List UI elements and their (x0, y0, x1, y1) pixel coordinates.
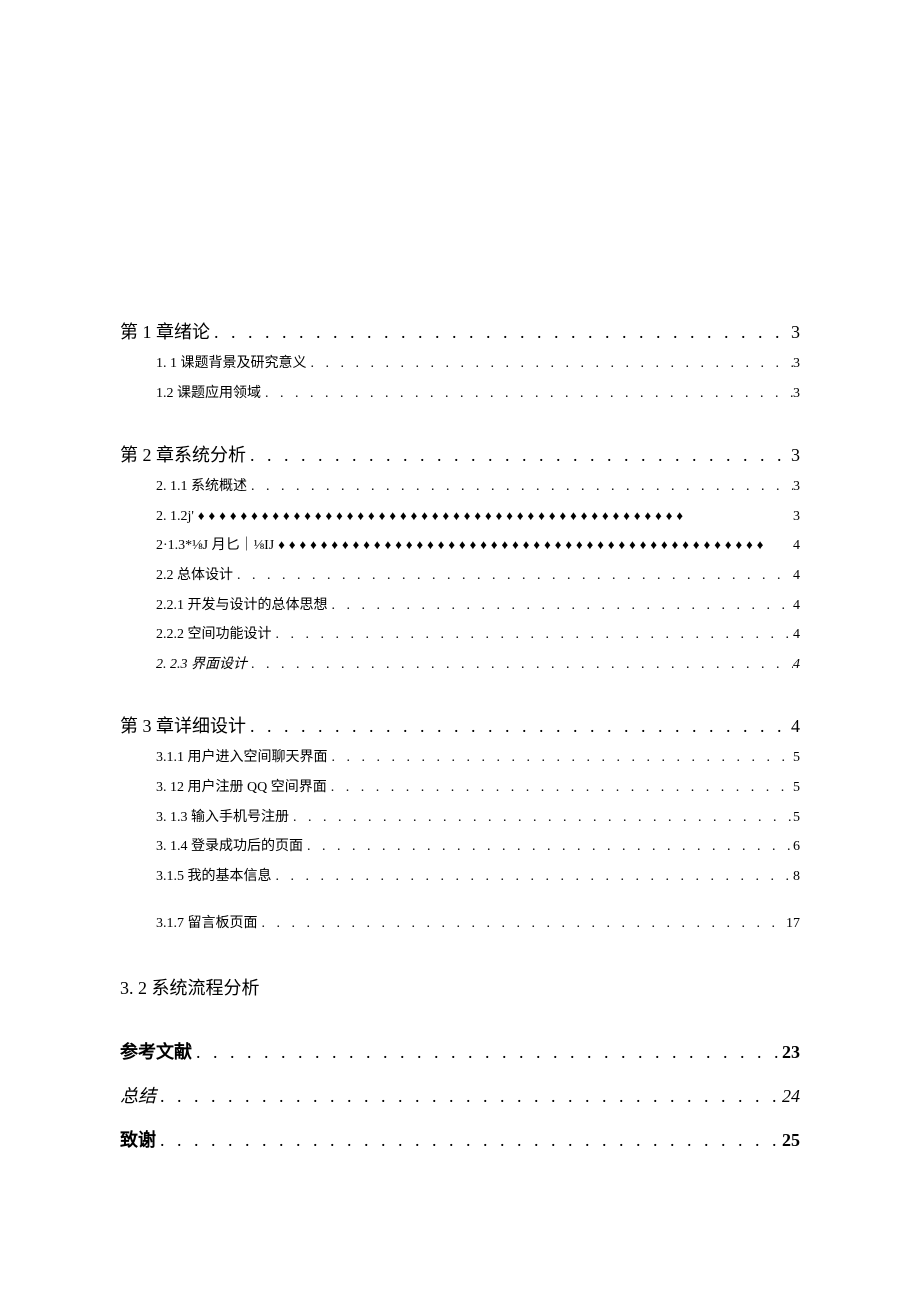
toc-leader: . . . . . . . . . . . . . . . . . . . . … (328, 748, 794, 768)
toc-leader: . . . . . . . . . . . . . . . . . . . . … (303, 837, 793, 857)
toc-leader: . . . . . . . . . . . . . . . . . . . . … (210, 322, 791, 343)
toc-label: 3. 2 系统流程分析 (120, 978, 260, 998)
toc-page: 4 (793, 596, 800, 616)
toc-leader: . . . . . . . . . . . . . . . . . . . . … (247, 477, 793, 497)
toc-entry: 2.2 总体设计 . . . . . . . . . . . . . . . .… (156, 566, 800, 586)
toc-page: 4 (793, 625, 800, 645)
toc-label: 1.2 课题应用领域 (156, 384, 261, 404)
toc-label: 2. 1.2j' (156, 507, 194, 527)
toc-label: 2.2.1 开发与设计的总体思想 (156, 596, 328, 616)
toc-label: 第 2 章系统分析 (120, 441, 246, 467)
toc-page: 4 (791, 716, 800, 737)
toc-label: 3.1.7 留言板页面 (156, 914, 258, 934)
toc-label: 第 1 章绪论 (120, 318, 210, 344)
toc-entry: 2. 1.2j' ♦♦♦♦♦♦♦♦♦♦♦♦♦♦♦♦♦♦♦♦♦♦♦♦♦♦♦♦♦♦♦… (156, 507, 800, 527)
toc-page: 3 (793, 477, 800, 497)
toc-leader: . . . . . . . . . . . . . . . . . . . . … (272, 867, 794, 887)
toc-page: 5 (793, 808, 800, 828)
toc-label: 3.1.1 用户进入空间聊天界面 (156, 748, 328, 768)
toc-label: 2·1.3*⅛J 月匕｜⅛IJ (156, 536, 274, 556)
toc-entry: 3. 1.3 输入手机号注册 . . . . . . . . . . . . .… (156, 808, 800, 828)
toc-entry: 2. 2.3 界面设计 . . . . . . . . . . . . . . … (156, 655, 800, 675)
toc-label: 总结 (120, 1082, 156, 1108)
toc-leader: . . . . . . . . . . . . . . . . . . . . … (261, 384, 793, 404)
toc-label: 参考文献 (120, 1038, 192, 1064)
toc-page: 3 (793, 384, 800, 404)
toc-page: 3 (793, 354, 800, 374)
toc-label: 3.1.5 我的基本信息 (156, 867, 272, 887)
toc-page: 23 (782, 1042, 800, 1063)
toc-page: 17 (786, 914, 800, 934)
toc-leader: . . . . . . . . . . . . . . . . . . . . … (233, 566, 793, 586)
toc-leader: . . . . . . . . . . . . . . . . . . . . … (307, 354, 794, 374)
toc-leader: . . . . . . . . . . . . . . . . . . . . … (156, 1130, 782, 1151)
toc-entry-references: 参考文献 . . . . . . . . . . . . . . . . . .… (120, 1038, 800, 1064)
toc-page: 4 (793, 566, 800, 586)
toc-entry-chapter-1: 第 1 章绪论 . . . . . . . . . . . . . . . . … (120, 318, 800, 344)
toc-entry: 1. 1 课题背景及研究意义 . . . . . . . . . . . . .… (156, 354, 800, 374)
toc-entry: 3.1.5 我的基本信息 . . . . . . . . . . . . . .… (156, 867, 800, 887)
toc-leader: . . . . . . . . . . . . . . . . . . . . … (156, 1086, 782, 1107)
toc-label: 2.2.2 空间功能设计 (156, 625, 272, 645)
toc-entry: 2.2.2 空间功能设计 . . . . . . . . . . . . . .… (156, 625, 800, 645)
toc-label: 2. 2.3 界面设计 (156, 655, 247, 675)
toc-entry: 2. 1.1 系统概述 . . . . . . . . . . . . . . … (156, 477, 800, 497)
toc-page: 5 (793, 778, 800, 798)
toc-page: 6 (793, 837, 800, 857)
toc-leader: ♦♦♦♦♦♦♦♦♦♦♦♦♦♦♦♦♦♦♦♦♦♦♦♦♦♦♦♦♦♦♦♦♦♦♦♦♦♦♦♦… (274, 536, 793, 554)
toc-leader: . . . . . . . . . . . . . . . . . . . . … (192, 1042, 782, 1063)
toc-label: 3. 12 用户注册 QQ 空间界面 (156, 778, 327, 798)
toc-label: 致谢 (120, 1126, 156, 1152)
toc-leader: . . . . . . . . . . . . . . . . . . . . … (327, 778, 793, 798)
toc-entry: 3. 12 用户注册 QQ 空间界面 . . . . . . . . . . .… (156, 778, 800, 798)
toc-leader: . . . . . . . . . . . . . . . . . . . . … (328, 596, 794, 616)
toc-page: 24 (782, 1086, 800, 1107)
toc-page: 3 (791, 445, 800, 466)
toc-leader: . . . . . . . . . . . . . . . . . . . . … (272, 625, 794, 645)
toc-entry-chapter-3: 第 3 章详细设计 . . . . . . . . . . . . . . . … (120, 712, 800, 738)
toc-page: 8 (793, 867, 800, 887)
toc-leader: . . . . . . . . . . . . . . . . . . . . … (258, 914, 787, 934)
toc-leader: . . . . . . . . . . . . . . . . . . . . … (247, 655, 793, 675)
toc-entry-thanks: 致谢 . . . . . . . . . . . . . . . . . . .… (120, 1126, 800, 1152)
toc-page: 3 (791, 322, 800, 343)
toc-entry: 2.2.1 开发与设计的总体思想 . . . . . . . . . . . .… (156, 596, 800, 616)
toc-leader: ♦♦♦♦♦♦♦♦♦♦♦♦♦♦♦♦♦♦♦♦♦♦♦♦♦♦♦♦♦♦♦♦♦♦♦♦♦♦♦♦… (194, 507, 793, 525)
toc-label: 3. 1.4 登录成功后的页面 (156, 837, 303, 857)
toc-leader: . . . . . . . . . . . . . . . . . . . . … (289, 808, 793, 828)
toc-label: 2.2 总体设计 (156, 566, 233, 586)
section-heading-3-2: 3. 2 系统流程分析 (120, 974, 800, 1000)
toc-label: 3. 1.3 输入手机号注册 (156, 808, 289, 828)
toc-entry-summary: 总结 . . . . . . . . . . . . . . . . . . .… (120, 1082, 800, 1108)
toc-entry: 3.1.1 用户进入空间聊天界面 . . . . . . . . . . . .… (156, 748, 800, 768)
toc-label: 2. 1.1 系统概述 (156, 477, 247, 497)
toc-label: 第 3 章详细设计 (120, 712, 246, 738)
toc-entry: 3. 1.4 登录成功后的页面 . . . . . . . . . . . . … (156, 837, 800, 857)
toc-leader: . . . . . . . . . . . . . . . . . . . . … (246, 445, 791, 466)
toc-entry-chapter-2: 第 2 章系统分析 . . . . . . . . . . . . . . . … (120, 441, 800, 467)
toc-page: 3 (793, 507, 800, 527)
toc-entry: 2·1.3*⅛J 月匕｜⅛IJ ♦♦♦♦♦♦♦♦♦♦♦♦♦♦♦♦♦♦♦♦♦♦♦♦… (156, 536, 800, 556)
toc-page: 4 (793, 536, 800, 556)
toc-leader: . . . . . . . . . . . . . . . . . . . . … (246, 716, 791, 737)
toc-entry: 3.1.7 留言板页面 . . . . . . . . . . . . . . … (156, 914, 800, 934)
toc-label: 1. 1 课题背景及研究意义 (156, 354, 307, 374)
toc-page: 5 (793, 748, 800, 768)
toc-page: 25 (782, 1130, 800, 1151)
toc-entry: 1.2 课题应用领域 . . . . . . . . . . . . . . .… (156, 384, 800, 404)
toc-page: 4 (793, 655, 800, 675)
